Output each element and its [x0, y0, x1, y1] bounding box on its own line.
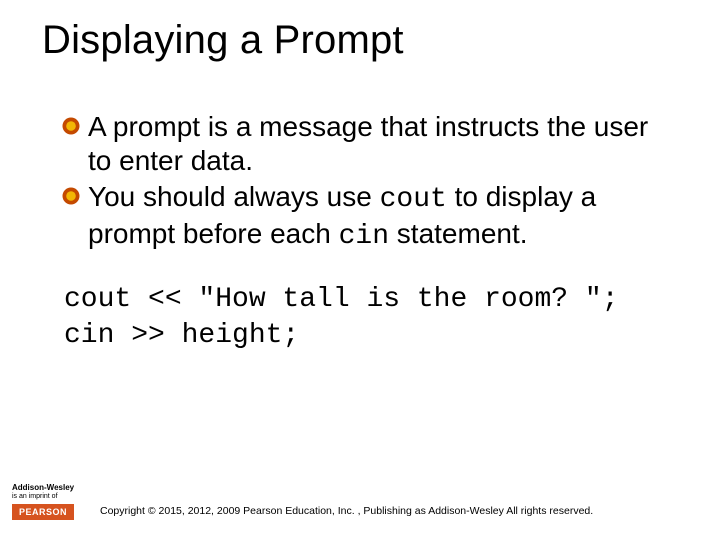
code-line: cin >> height; [64, 318, 670, 354]
imprint-label: is an imprint of [12, 493, 84, 500]
inline-code-cin: cin [339, 221, 389, 252]
code-block: cout << "How tall is the room? "; cin >>… [64, 282, 670, 355]
bullet-text-pre: You should always use [88, 181, 380, 212]
inline-code-cout: cout [380, 184, 447, 215]
bullet-icon [62, 187, 80, 205]
bullet-item: You should always use cout to display a … [64, 180, 670, 254]
pearson-logo: PEARSON [12, 504, 74, 520]
bullet-item: A prompt is a message that instructs the… [64, 110, 670, 178]
bullet-text-post: statement. [389, 218, 528, 249]
body-text: A prompt is a message that instructs the… [64, 110, 670, 257]
bullet-icon [62, 117, 80, 135]
publisher-logo: Addison-Wesley is an imprint of PEARSON [12, 484, 84, 520]
slide: Displaying a Prompt A prompt is a messag… [0, 0, 720, 540]
code-line: cout << "How tall is the room? "; [64, 282, 670, 318]
copyright-text: Copyright © 2015, 2012, 2009 Pearson Edu… [100, 505, 593, 517]
bullet-text: A prompt is a message that instructs the… [88, 111, 648, 176]
addison-wesley-label: Addison-Wesley [12, 484, 84, 492]
footer: Addison-Wesley is an imprint of PEARSON … [0, 476, 720, 520]
page-title: Displaying a Prompt [42, 18, 404, 63]
